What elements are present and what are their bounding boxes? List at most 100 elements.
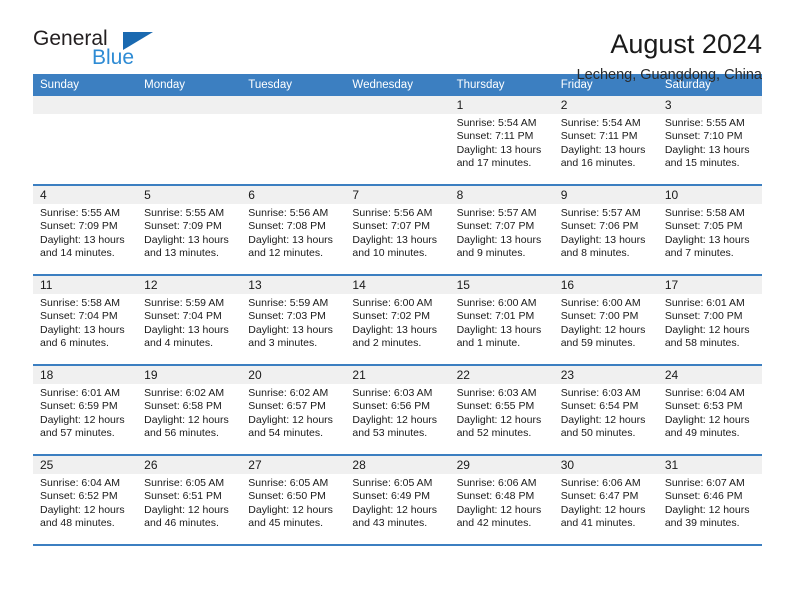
- day-cell[interactable]: 23 Sunrise: 6:03 AM Sunset: 6:54 PM Dayl…: [553, 366, 658, 454]
- sunrise-text: Sunrise: 6:07 AM: [664, 477, 745, 489]
- daylight-text-line2: and 49 minutes.: [664, 427, 740, 440]
- sunrise-text: Sunrise: 6:00 AM: [560, 297, 641, 309]
- day-number: 29: [449, 456, 554, 474]
- weekday-header-tuesday: Tuesday: [248, 79, 292, 91]
- day-cell[interactable]: [241, 96, 346, 184]
- sunset-text: Sunset: 7:07 PM: [456, 220, 535, 233]
- day-cell[interactable]: 6 Sunrise: 5:56 AM Sunset: 7:08 PM Dayli…: [241, 186, 346, 274]
- day-number: 7: [345, 186, 450, 204]
- day-number: 20: [241, 366, 346, 384]
- week-row: 4 Sunrise: 5:55 AM Sunset: 7:09 PM Dayli…: [33, 186, 762, 276]
- day-number: 24: [657, 366, 762, 384]
- daylight-text-line1: Daylight: 13 hours: [352, 323, 438, 336]
- day-cell[interactable]: 4 Sunrise: 5:55 AM Sunset: 7:09 PM Dayli…: [33, 186, 138, 274]
- week-row: 1 Sunrise: 5:54 AM Sunset: 7:11 PM Dayli…: [33, 96, 762, 186]
- day-cell[interactable]: 21 Sunrise: 6:03 AM Sunset: 6:56 PM Dayl…: [345, 366, 450, 454]
- daylight-text-line1: Daylight: 12 hours: [352, 413, 438, 426]
- day-details: Sunrise: 5:56 AM Sunset: 7:07 PM Dayligh…: [345, 204, 449, 261]
- day-cell[interactable]: [345, 96, 450, 184]
- day-details: [345, 114, 449, 117]
- day-cell[interactable]: 10 Sunrise: 5:58 AM Sunset: 7:05 PM Dayl…: [657, 186, 762, 274]
- daylight-text-line1: Daylight: 13 hours: [560, 143, 646, 156]
- day-number: 23: [553, 366, 658, 384]
- daylight-text-line2: and 10 minutes.: [352, 247, 428, 260]
- day-details: Sunrise: 6:01 AM Sunset: 7:00 PM Dayligh…: [658, 294, 762, 351]
- day-cell[interactable]: 5 Sunrise: 5:55 AM Sunset: 7:09 PM Dayli…: [137, 186, 242, 274]
- day-cell[interactable]: 20 Sunrise: 6:02 AM Sunset: 6:57 PM Dayl…: [241, 366, 346, 454]
- calendar-page: General Blue August 2024 Lecheng, Guangd…: [0, 0, 792, 612]
- day-cell[interactable]: 26 Sunrise: 6:05 AM Sunset: 6:51 PM Dayl…: [137, 456, 242, 544]
- sunrise-text: Sunrise: 6:05 AM: [352, 477, 433, 489]
- day-cell[interactable]: 27 Sunrise: 6:05 AM Sunset: 6:50 PM Dayl…: [241, 456, 346, 544]
- daylight-text-line2: and 9 minutes.: [456, 247, 526, 260]
- day-cell[interactable]: 28 Sunrise: 6:05 AM Sunset: 6:49 PM Dayl…: [345, 456, 450, 544]
- day-details: Sunrise: 5:56 AM Sunset: 7:08 PM Dayligh…: [241, 204, 345, 261]
- sunset-text: Sunset: 6:51 PM: [144, 490, 222, 503]
- general-blue-logo[interactable]: General Blue: [33, 28, 163, 74]
- day-cell[interactable]: 2 Sunrise: 5:54 AM Sunset: 7:11 PM Dayli…: [553, 96, 658, 184]
- daylight-text-line1: Daylight: 13 hours: [456, 143, 542, 156]
- day-cell[interactable]: 31 Sunrise: 6:07 AM Sunset: 6:46 PM Dayl…: [657, 456, 762, 544]
- logo-text-blue: Blue: [92, 46, 135, 69]
- day-details: Sunrise: 5:54 AM Sunset: 7:11 PM Dayligh…: [450, 114, 554, 171]
- weekday-header-saturday: Saturday: [664, 79, 711, 91]
- day-cell[interactable]: 3 Sunrise: 5:55 AM Sunset: 7:10 PM Dayli…: [657, 96, 762, 184]
- sunrise-text: Sunrise: 6:02 AM: [144, 387, 225, 399]
- sunset-text: Sunset: 7:05 PM: [664, 220, 743, 233]
- daylight-text-line1: Daylight: 13 hours: [352, 233, 438, 246]
- day-number: 16: [553, 276, 658, 294]
- day-cell[interactable]: 1 Sunrise: 5:54 AM Sunset: 7:11 PM Dayli…: [449, 96, 554, 184]
- day-cell[interactable]: 17 Sunrise: 6:01 AM Sunset: 7:00 PM Dayl…: [657, 276, 762, 364]
- day-cell[interactable]: 19 Sunrise: 6:02 AM Sunset: 6:58 PM Dayl…: [137, 366, 242, 454]
- daylight-text-line1: Daylight: 13 hours: [40, 233, 125, 246]
- day-cell[interactable]: 22 Sunrise: 6:03 AM Sunset: 6:55 PM Dayl…: [449, 366, 554, 454]
- sunset-text: Sunset: 7:11 PM: [560, 130, 638, 143]
- day-details: Sunrise: 6:07 AM Sunset: 6:46 PM Dayligh…: [658, 474, 762, 531]
- day-cell[interactable]: 9 Sunrise: 5:57 AM Sunset: 7:06 PM Dayli…: [553, 186, 658, 274]
- daylight-text-line1: Daylight: 12 hours: [456, 503, 542, 516]
- daylight-text-line2: and 52 minutes.: [456, 427, 532, 440]
- day-cell[interactable]: 8 Sunrise: 5:57 AM Sunset: 7:07 PM Dayli…: [449, 186, 554, 274]
- daylight-text-line1: Daylight: 12 hours: [560, 413, 646, 426]
- day-cell[interactable]: 13 Sunrise: 5:59 AM Sunset: 7:03 PM Dayl…: [241, 276, 346, 364]
- day-details: [137, 114, 241, 117]
- daylight-text-line2: and 2 minutes.: [352, 337, 422, 350]
- day-number: 31: [657, 456, 762, 474]
- day-cell[interactable]: 12 Sunrise: 5:59 AM Sunset: 7:04 PM Dayl…: [137, 276, 242, 364]
- day-cell[interactable]: [137, 96, 242, 184]
- day-cell[interactable]: 15 Sunrise: 6:00 AM Sunset: 7:01 PM Dayl…: [449, 276, 554, 364]
- day-details: Sunrise: 5:59 AM Sunset: 7:04 PM Dayligh…: [137, 294, 241, 351]
- sunrise-text: Sunrise: 6:01 AM: [664, 297, 745, 309]
- day-number: [345, 96, 450, 114]
- daylight-text-line1: Daylight: 13 hours: [248, 323, 333, 336]
- daylight-text-line1: Daylight: 13 hours: [664, 143, 750, 156]
- daylight-text-line2: and 56 minutes.: [144, 427, 219, 440]
- day-cell[interactable]: 11 Sunrise: 5:58 AM Sunset: 7:04 PM Dayl…: [33, 276, 138, 364]
- day-number: 10: [657, 186, 762, 204]
- daylight-text-line2: and 7 minutes.: [664, 247, 734, 260]
- day-cell[interactable]: [33, 96, 138, 184]
- daylight-text-line1: Daylight: 12 hours: [248, 503, 333, 516]
- sunset-text: Sunset: 6:57 PM: [248, 400, 326, 413]
- daylight-text-line2: and 39 minutes.: [664, 517, 740, 530]
- daylight-text-line1: Daylight: 12 hours: [40, 413, 125, 426]
- day-cell[interactable]: 14 Sunrise: 6:00 AM Sunset: 7:02 PM Dayl…: [345, 276, 450, 364]
- day-cell[interactable]: 25 Sunrise: 6:04 AM Sunset: 6:52 PM Dayl…: [33, 456, 138, 544]
- day-cell[interactable]: 18 Sunrise: 6:01 AM Sunset: 6:59 PM Dayl…: [33, 366, 138, 454]
- day-cell[interactable]: 30 Sunrise: 6:06 AM Sunset: 6:47 PM Dayl…: [553, 456, 658, 544]
- day-cell[interactable]: 29 Sunrise: 6:06 AM Sunset: 6:48 PM Dayl…: [449, 456, 554, 544]
- day-cell[interactable]: 24 Sunrise: 6:04 AM Sunset: 6:53 PM Dayl…: [657, 366, 762, 454]
- sunset-text: Sunset: 6:48 PM: [456, 490, 535, 503]
- weekday-header-wednesday: Wednesday: [352, 79, 413, 91]
- sunset-text: Sunset: 6:53 PM: [664, 400, 743, 413]
- day-number: 8: [449, 186, 554, 204]
- day-cell[interactable]: 16 Sunrise: 6:00 AM Sunset: 7:00 PM Dayl…: [553, 276, 658, 364]
- sunset-text: Sunset: 7:00 PM: [664, 310, 743, 323]
- day-details: Sunrise: 6:03 AM Sunset: 6:55 PM Dayligh…: [450, 384, 554, 441]
- sunrise-text: Sunrise: 5:54 AM: [560, 117, 641, 129]
- day-number: 14: [345, 276, 450, 294]
- day-cell[interactable]: 7 Sunrise: 5:56 AM Sunset: 7:07 PM Dayli…: [345, 186, 450, 274]
- sunrise-text: Sunrise: 5:59 AM: [248, 297, 329, 309]
- sunset-text: Sunset: 7:02 PM: [352, 310, 431, 323]
- daylight-text-line1: Daylight: 13 hours: [560, 233, 646, 246]
